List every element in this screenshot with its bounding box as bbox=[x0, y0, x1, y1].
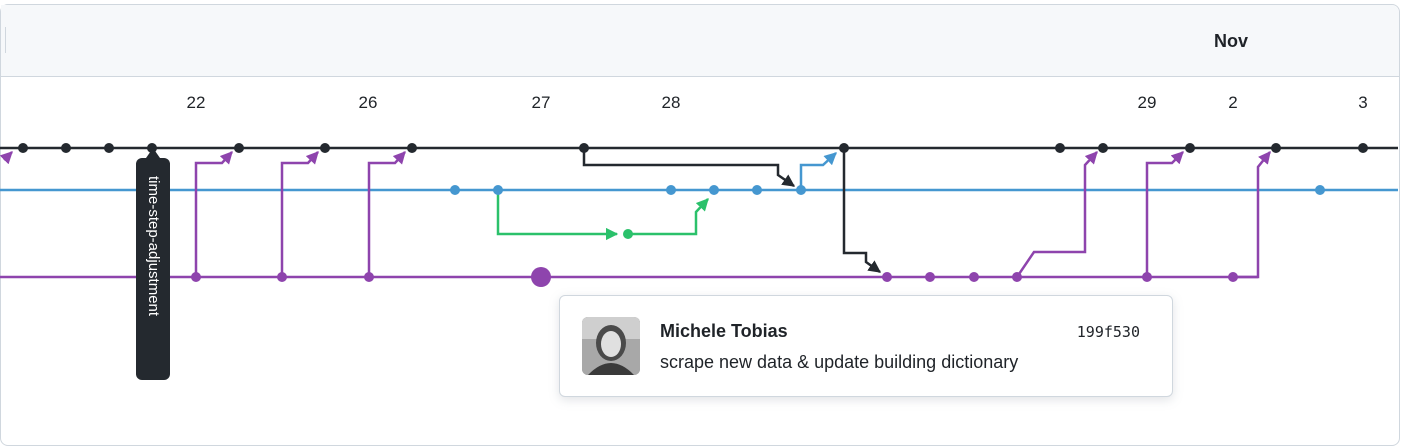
merge-connector bbox=[367, 151, 406, 277]
merge-connector bbox=[1015, 151, 1098, 278]
merge-connector bbox=[842, 148, 882, 274]
commit-dot[interactable] bbox=[1055, 143, 1065, 153]
commit-dot[interactable] bbox=[623, 229, 633, 239]
commit-dot[interactable] bbox=[969, 272, 979, 282]
branch-name-label: time-step-adjustment bbox=[145, 176, 162, 317]
commit-dot[interactable] bbox=[1228, 272, 1238, 282]
commit-dot[interactable] bbox=[839, 143, 849, 153]
commit-dot[interactable] bbox=[1142, 272, 1152, 282]
commit-dot[interactable] bbox=[1315, 185, 1325, 195]
day-label: 27 bbox=[532, 93, 551, 112]
commit-dot[interactable] bbox=[450, 185, 460, 195]
commit-dot[interactable] bbox=[104, 143, 114, 153]
merge-connector bbox=[280, 151, 319, 277]
branch-tooltip: time-step-adjustment bbox=[136, 158, 170, 380]
commit-sha[interactable]: 199f530 bbox=[1077, 323, 1140, 341]
commit-dot[interactable] bbox=[407, 143, 417, 153]
merge-connector bbox=[496, 190, 619, 241]
commit-author[interactable]: Michele Tobias bbox=[660, 321, 788, 342]
merge-connector bbox=[194, 151, 233, 277]
commit-dot[interactable] bbox=[882, 272, 892, 282]
commit-dot[interactable] bbox=[709, 185, 719, 195]
commit-dot[interactable] bbox=[666, 185, 676, 195]
merge-connector bbox=[0, 151, 13, 165]
commit-dot-selected[interactable] bbox=[531, 267, 551, 287]
merge-connector bbox=[582, 148, 796, 188]
merge-connector bbox=[1145, 151, 1184, 277]
day-label: 2 bbox=[1228, 93, 1237, 112]
day-label: 3 bbox=[1358, 93, 1367, 112]
commit-message[interactable]: scrape new data & update building dictio… bbox=[660, 352, 1018, 373]
commit-dot[interactable] bbox=[277, 272, 287, 282]
day-label: 29 bbox=[1138, 93, 1157, 112]
merge-connector bbox=[799, 152, 837, 190]
commit-dot[interactable] bbox=[191, 272, 201, 282]
commit-dot[interactable] bbox=[1098, 143, 1108, 153]
commit-dot[interactable] bbox=[1185, 143, 1195, 153]
commit-dot[interactable] bbox=[1358, 143, 1368, 153]
commit-dot[interactable] bbox=[493, 185, 503, 195]
commit-dot[interactable] bbox=[18, 143, 28, 153]
commit-dot[interactable] bbox=[1271, 143, 1281, 153]
day-label: 28 bbox=[662, 93, 681, 112]
commit-dot[interactable] bbox=[752, 185, 762, 195]
commit-dot[interactable] bbox=[579, 143, 589, 153]
merge-connector bbox=[1233, 151, 1271, 279]
tooltip-arrow bbox=[146, 148, 160, 158]
commit-dot[interactable] bbox=[234, 143, 244, 153]
commit-dot[interactable] bbox=[796, 185, 806, 195]
commit-hovercard: Michele Tobias 199f530 scrape new data &… bbox=[559, 295, 1173, 397]
commit-dot[interactable] bbox=[925, 272, 935, 282]
merge-connector bbox=[628, 198, 709, 236]
avatar bbox=[582, 317, 640, 375]
commit-dot[interactable] bbox=[320, 143, 330, 153]
commit-dot[interactable] bbox=[61, 143, 71, 153]
commit-dot[interactable] bbox=[1012, 272, 1022, 282]
day-label: 22 bbox=[187, 93, 206, 112]
commit-dot[interactable] bbox=[364, 272, 374, 282]
day-label: 26 bbox=[359, 93, 378, 112]
